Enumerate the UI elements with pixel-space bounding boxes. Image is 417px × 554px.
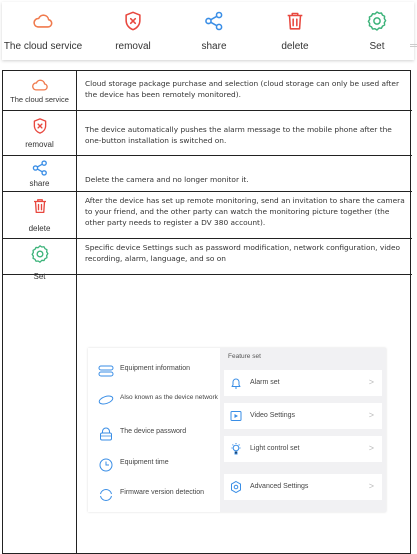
toolbar-delete[interactable]: delete bbox=[255, 2, 335, 60]
settings-item-label: The device password bbox=[120, 428, 187, 435]
settings-item-label: Equipment information bbox=[120, 365, 191, 372]
toolbar: The cloud service removal share delete S… bbox=[2, 2, 414, 60]
table-row-delete: delete bbox=[3, 191, 76, 238]
settings-item-light-control[interactable]: Light control set > bbox=[224, 436, 382, 462]
share-icon bbox=[31, 159, 49, 177]
trash-icon bbox=[31, 197, 49, 215]
bell-icon bbox=[230, 376, 242, 390]
toolbar-share[interactable]: share bbox=[174, 2, 254, 60]
network-icon bbox=[98, 393, 114, 407]
settings-item-equipment-info[interactable]: Equipment information bbox=[98, 360, 222, 382]
divider bbox=[410, 44, 417, 47]
settings-item-advanced[interactable]: Advanced Settings > bbox=[224, 474, 382, 500]
toolbar-label: Set bbox=[369, 41, 385, 52]
toolbar-label: removal bbox=[115, 41, 151, 52]
settings-item-video[interactable]: Video Settings > bbox=[224, 403, 382, 429]
equipment-info-icon bbox=[98, 364, 114, 378]
settings-item-alarm[interactable]: Alarm set > bbox=[224, 370, 382, 396]
gear-icon bbox=[30, 244, 50, 264]
settings-item-firmware[interactable]: Firmware version detection bbox=[98, 484, 222, 506]
divider bbox=[76, 71, 77, 554]
chevron-right-icon: > bbox=[368, 410, 374, 420]
settings-preview: Equipment information Also known as the … bbox=[88, 348, 386, 512]
settings-item-label: Alarm set bbox=[250, 379, 280, 386]
settings-item-label: Light control set bbox=[250, 445, 300, 452]
row-description: The device automatically pushes the alar… bbox=[85, 125, 392, 145]
row-label: removal bbox=[25, 140, 54, 149]
row-label: share bbox=[29, 179, 50, 188]
toolbar-set[interactable]: Set bbox=[337, 2, 417, 60]
settings-item-password[interactable]: The device password bbox=[98, 423, 222, 445]
table-row-set: Set bbox=[3, 238, 76, 281]
chevron-right-icon: > bbox=[368, 443, 374, 453]
toolbar-label: delete bbox=[281, 41, 309, 52]
settings-item-label: Firmware version detection bbox=[120, 489, 205, 496]
settings-item-label: Advanced Settings bbox=[250, 483, 309, 490]
trash-icon bbox=[284, 10, 306, 32]
settings-item-network[interactable]: Also known as the device network bbox=[98, 389, 222, 411]
advanced-settings-icon bbox=[230, 480, 242, 494]
settings-item-label: Video Settings bbox=[250, 412, 296, 419]
row-description: Cloud storage package purchase and selec… bbox=[85, 79, 400, 99]
bulb-icon bbox=[230, 442, 242, 456]
row-label: delete bbox=[28, 224, 51, 233]
table-row-removal: removal bbox=[3, 110, 76, 155]
shield-x-icon bbox=[122, 10, 144, 32]
settings-item-time[interactable]: Equipment time bbox=[98, 454, 222, 476]
cloud-icon bbox=[32, 10, 54, 32]
row-label: Set bbox=[33, 272, 46, 281]
settings-item-label: Also known as the device network bbox=[120, 394, 218, 401]
refresh-icon bbox=[98, 488, 114, 502]
row-label: The cloud service bbox=[10, 95, 69, 104]
toolbar-label: The cloud service bbox=[3, 41, 83, 52]
row-description: Delete the camera and no longer monitor … bbox=[85, 175, 249, 184]
toolbar-label: share bbox=[201, 41, 227, 52]
video-icon bbox=[230, 409, 242, 423]
feature-set-title: Feature set bbox=[228, 353, 261, 360]
share-icon bbox=[203, 10, 225, 32]
row-description: Specific device Settings such as passwor… bbox=[85, 243, 401, 263]
gear-icon bbox=[366, 10, 388, 32]
lock-icon bbox=[98, 427, 114, 441]
cloud-icon bbox=[31, 76, 49, 94]
shield-x-icon bbox=[31, 117, 49, 135]
toolbar-removal[interactable]: removal bbox=[93, 2, 173, 60]
chevron-right-icon: > bbox=[368, 377, 374, 387]
table-row-cloud-service: The cloud service bbox=[3, 71, 76, 110]
table-row-share: share bbox=[3, 155, 76, 191]
chevron-right-icon: > bbox=[368, 481, 374, 491]
row-description: After the device has set up remote monit… bbox=[85, 196, 405, 227]
toolbar-cloud-service[interactable]: The cloud service bbox=[3, 2, 83, 60]
settings-item-label: Equipment time bbox=[120, 459, 169, 466]
clock-icon bbox=[98, 458, 114, 472]
